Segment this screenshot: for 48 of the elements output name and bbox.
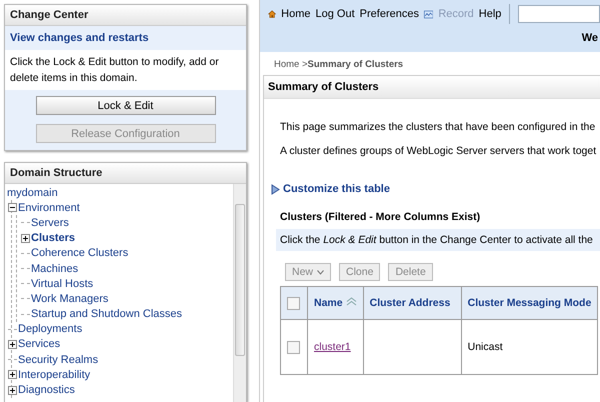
cluster-link[interactable]: cluster1 (314, 341, 351, 353)
tree-item[interactable]: Coherence Clusters (31, 247, 128, 260)
search-field[interactable] (518, 5, 600, 23)
scrollbar[interactable] (233, 184, 246, 402)
chart-icon[interactable] (424, 8, 434, 20)
tree-item[interactable]: Environment (18, 202, 80, 214)
expand-icon[interactable] (8, 370, 17, 380)
config-button[interactable]: Lock & Edit (36, 96, 216, 115)
column-header[interactable]: Name (308, 286, 364, 320)
tree-item[interactable]: mydomain (7, 186, 58, 199)
instruction-text: Click the Lock & Edit button to modify, add or delete items in this domain. (5, 50, 246, 90)
page-title: Summary of Clusters (264, 76, 600, 99)
description-text: A cluster defines groups of WebLogic Server servers that work toget (280, 145, 598, 157)
tree-item[interactable]: Deployments (18, 323, 82, 336)
expand-icon[interactable] (8, 340, 17, 349)
tree-item[interactable]: Servers (31, 216, 69, 229)
toolbar-link[interactable]: Home (281, 8, 311, 20)
tree-item[interactable]: Startup and Shutdown Classes (31, 308, 182, 320)
expand-icon[interactable] (8, 386, 17, 395)
select-all-checkbox[interactable] (287, 296, 300, 310)
description-text: This page summarizes the clusters that have been configured in the (280, 121, 596, 133)
tree-item[interactable]: Interoperability (18, 368, 90, 381)
toolbar-link[interactable]: Help (478, 8, 502, 20)
tree-item[interactable]: Services (18, 338, 60, 350)
banner-text: We (582, 32, 599, 44)
table-title: Clusters (Filtered - More Columns Exist) (280, 211, 482, 223)
column-header[interactable]: Cluster Messaging Mode (461, 286, 598, 320)
table-cell: Unicast (468, 341, 503, 353)
breadcrumb-current: Summary of Clusters (308, 59, 404, 70)
tree-item[interactable]: Virtual Hosts (31, 278, 94, 290)
tree-item[interactable]: Clusters (31, 232, 76, 244)
panel-title: Domain Structure (5, 163, 246, 184)
row-checkbox[interactable] (287, 340, 300, 354)
expand-icon[interactable] (21, 234, 30, 243)
toolbar-link[interactable]: Preferences (360, 8, 419, 20)
toolbar-link[interactable]: Log Out (316, 8, 355, 20)
panel-title: Change Center (5, 5, 246, 26)
tree-item[interactable]: Security Realms (18, 354, 98, 366)
breadcrumb-link[interactable]: Home > (274, 59, 308, 70)
tree-item[interactable]: Work Managers (31, 292, 108, 305)
column-header[interactable]: Cluster Address (363, 286, 462, 320)
info-message: Click the Lock & Edit button in the Change Center to activate all the (276, 229, 600, 251)
panel-subtitle: View changes and restarts (9, 31, 150, 46)
customize-link[interactable]: Customize this table (283, 183, 390, 195)
tree-item[interactable]: Machines (31, 262, 78, 275)
tree-item[interactable]: Diagnostics (18, 384, 75, 396)
collapse-icon[interactable] (8, 203, 17, 212)
expand-arrow-icon[interactable] (271, 184, 280, 194)
